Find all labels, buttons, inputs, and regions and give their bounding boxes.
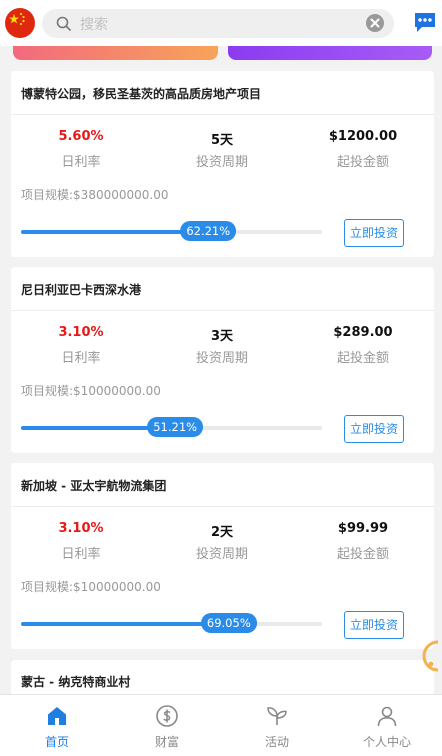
progress-fill bbox=[21, 622, 229, 626]
daily-rate-label: 日利率 bbox=[61, 155, 101, 170]
daily-rate-value: 3.10% bbox=[58, 325, 104, 340]
daily-rate-value: 3.10% bbox=[58, 521, 104, 536]
tab-label: 首页 bbox=[44, 735, 69, 749]
project-scale: 项目规模:$380000000.00 bbox=[21, 188, 169, 202]
promo-banner-right[interactable] bbox=[228, 46, 432, 60]
project-title: 博蒙特公园，移民圣基茨的高品质房地产项目 bbox=[21, 87, 262, 101]
promo-banner-left[interactable] bbox=[13, 46, 218, 60]
tab-label: 活动 bbox=[264, 735, 289, 749]
min-amount-value: $1200.00 bbox=[328, 129, 398, 144]
project-title: 新加坡 - 亚太宇航物流集团 bbox=[21, 479, 167, 493]
project-card[interactable]: 新加坡 - 亚太宇航物流集团 3.10% 日利率 2天 投资周期 $99.99 … bbox=[11, 463, 434, 649]
min-amount-label: 起投金额 bbox=[336, 547, 389, 562]
tab-wealth[interactable]: 财富 bbox=[112, 695, 222, 756]
sprout-icon bbox=[267, 707, 287, 725]
home-icon bbox=[48, 707, 66, 725]
min-amount-stat: $99.99 起投金额 bbox=[293, 521, 433, 562]
progress-bar: 62.21% bbox=[21, 221, 322, 241]
min-amount-value: $99.99 bbox=[337, 521, 389, 536]
progress-badge: 62.21% bbox=[180, 221, 237, 241]
daily-rate-stat: 5.60% 日利率 bbox=[11, 129, 151, 170]
project-scale: 项目规模:$10000000.00 bbox=[21, 580, 161, 594]
clear-search-icon[interactable] bbox=[366, 14, 384, 32]
tab-profile[interactable]: 个人中心 bbox=[332, 695, 442, 756]
period-label: 投资周期 bbox=[195, 155, 248, 170]
invest-now-button[interactable]: 立即投资 bbox=[344, 415, 404, 443]
period-stat: 5天 投资周期 bbox=[152, 129, 292, 170]
progress-bar: 51.21% bbox=[21, 417, 322, 437]
min-amount-stat: $1200.00 起投金额 bbox=[293, 129, 433, 170]
invest-now-button[interactable]: 立即投资 bbox=[344, 219, 404, 247]
progress-badge: 51.21% bbox=[147, 417, 204, 437]
min-amount-value: $289.00 bbox=[333, 325, 393, 340]
project-card[interactable]: 博蒙特公园，移民圣基茨的高品质房地产项目 5.60% 日利率 5天 投资周期 $… bbox=[11, 71, 434, 257]
period-value: 5天 bbox=[210, 133, 234, 148]
divider bbox=[11, 114, 434, 115]
user-icon bbox=[377, 706, 397, 727]
dollar-coin-icon bbox=[156, 705, 178, 727]
floating-service-icon[interactable] bbox=[422, 638, 442, 674]
period-stat: 2天 投资周期 bbox=[152, 521, 292, 562]
divider bbox=[11, 506, 434, 507]
tab-activity[interactable]: 活动 bbox=[222, 695, 332, 756]
top-bar: 搜索 bbox=[0, 0, 442, 46]
min-amount-stat: $289.00 起投金额 bbox=[293, 325, 433, 366]
progress-bar: 69.05% bbox=[21, 613, 322, 633]
search-input[interactable]: 搜索 bbox=[80, 14, 108, 34]
tab-home[interactable]: 首页 bbox=[2, 695, 112, 756]
invest-now-button[interactable]: 立即投资 bbox=[344, 611, 404, 639]
daily-rate-label: 日利率 bbox=[61, 547, 101, 562]
period-label: 投资周期 bbox=[195, 547, 248, 562]
period-value: 3天 bbox=[210, 329, 234, 344]
bottom-tab-bar: 首页 财富 活动 个人中心 bbox=[0, 694, 442, 756]
china-flag-icon[interactable] bbox=[5, 8, 35, 38]
progress-badge: 69.05% bbox=[200, 613, 257, 633]
project-card[interactable]: 尼日利亚巴卡西深水港 3.10% 日利率 3天 投资周期 $289.00 起投金… bbox=[11, 267, 434, 453]
tab-label: 财富 bbox=[154, 735, 179, 749]
project-scale: 项目规模:$10000000.00 bbox=[21, 384, 161, 398]
tab-label: 个人中心 bbox=[362, 735, 411, 749]
period-value: 2天 bbox=[210, 525, 234, 540]
period-label: 投资周期 bbox=[195, 351, 248, 366]
min-amount-label: 起投金额 bbox=[336, 155, 389, 170]
min-amount-label: 起投金额 bbox=[336, 351, 389, 366]
daily-rate-value: 5.60% bbox=[58, 129, 104, 144]
project-title: 蒙古 - 纳克特商业村 bbox=[21, 675, 131, 689]
divider bbox=[11, 310, 434, 311]
daily-rate-label: 日利率 bbox=[61, 351, 101, 366]
daily-rate-stat: 3.10% 日利率 bbox=[11, 325, 151, 366]
search-icon bbox=[56, 16, 71, 31]
chat-message-icon[interactable] bbox=[413, 10, 437, 34]
period-stat: 3天 投资周期 bbox=[152, 325, 292, 366]
search-bar[interactable]: 搜索 bbox=[42, 9, 394, 38]
project-title: 尼日利亚巴卡西深水港 bbox=[21, 283, 142, 297]
daily-rate-stat: 3.10% 日利率 bbox=[11, 521, 151, 562]
